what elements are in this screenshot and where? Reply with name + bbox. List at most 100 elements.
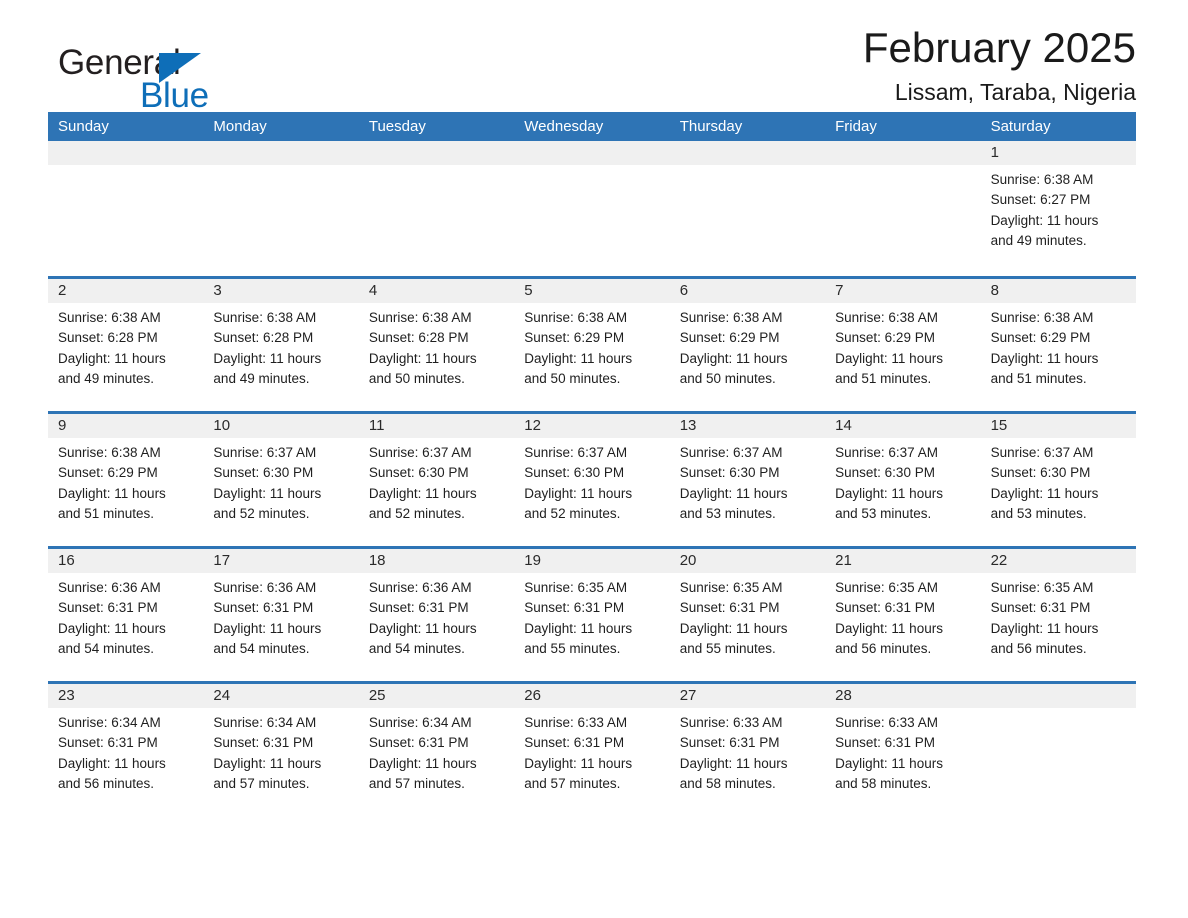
day-number: 1 — [990, 144, 999, 161]
daylight-text-line2: and 52 minutes. — [213, 505, 310, 521]
daylight-text-line2: and 58 minutes. — [835, 775, 932, 791]
day-number: 22 — [990, 552, 1008, 569]
day-number: 28 — [835, 687, 852, 704]
day-details: Sunrise: 6:35 AM Sunset: 6:31 PM Daylight:… — [981, 573, 1136, 659]
day-details: Sunrise: 6:37 AM Sunset: 6:30 PM Daylight:… — [514, 438, 669, 524]
weekday-header-thursday: Thursday — [679, 118, 743, 135]
location-subtitle: Lissam, Taraba, Nigeria — [894, 79, 1136, 105]
calendar-cell-day: 1 Sunrise: 6:38 AM Sunset: 6:27 PM Daylight… — [980, 141, 1136, 276]
week-row: 23 Sunrise: 6:34 AM Sunset: 6:31 PM Dayligh… — [48, 681, 1136, 816]
daylight-text-line1: Daylight: 11 hours — [679, 350, 788, 366]
weekday-header-tuesday: Tuesday — [368, 118, 426, 135]
day-number-band: 27 — [669, 684, 826, 708]
day-details: Sunrise: 6:37 AM Sunset: 6:30 PM Daylight:… — [981, 438, 1136, 524]
day-number-band: 19 — [514, 549, 670, 573]
daylight-text-line1: Daylight: 11 hours — [990, 485, 1099, 501]
daylight-text-line1: Daylight: 11 hours — [835, 350, 943, 366]
calendar-cell-day: 3 Sunrise: 6:38 AM Sunset: 6:28 PM Daylight… — [203, 276, 359, 411]
general-blue-logo: General Blue — [58, 44, 288, 122]
daylight-text-line1: Daylight: 11 hours — [990, 350, 1099, 366]
calendar-cell-day: 2 Sunrise: 6:38 AM Sunset: 6:28 PM Daylight… — [48, 276, 204, 411]
day-number: 17 — [213, 552, 231, 569]
sunset-text: Sunset: 6:28 PM — [368, 330, 469, 346]
daylight-text-line2: and 49 minutes. — [58, 370, 155, 386]
sunset-text: Sunset: 6:31 PM — [524, 600, 625, 616]
daylight-text-line2: and 57 minutes. — [368, 775, 465, 791]
sunset-text: Sunset: 6:31 PM — [679, 600, 780, 616]
week-row: 9 Sunrise: 6:38 AM Sunset: 6:29 PM Daylight… — [48, 411, 1136, 546]
sunset-text: Sunset: 6:31 PM — [58, 735, 158, 751]
daylight-text-line1: Daylight: 11 hours — [524, 485, 633, 501]
daylight-text-line1: Daylight: 11 hours — [58, 350, 166, 366]
day-number-band: 23 — [48, 684, 204, 708]
day-number-band: 24 — [203, 684, 359, 708]
day-number: 16 — [58, 552, 75, 569]
daylight-text-line1: Daylight: 11 hours — [524, 620, 633, 636]
sunset-text: Sunset: 6:31 PM — [58, 600, 158, 616]
day-number-band: 10 — [203, 414, 359, 438]
daylight-text-line2: and 51 minutes. — [990, 370, 1087, 386]
sunset-text: Sunset: 6:29 PM — [835, 330, 935, 346]
daylight-text-line2: and 57 minutes. — [213, 775, 310, 791]
daylight-text-line2: and 54 minutes. — [368, 640, 465, 656]
day-number: 20 — [679, 552, 697, 569]
day-details: Sunrise: 6:33 AM Sunset: 6:31 PM Daylight:… — [670, 708, 825, 794]
sunset-text: Sunset: 6:30 PM — [368, 465, 469, 481]
day-details: Sunrise: 6:35 AM Sunset: 6:31 PM Daylight:… — [670, 573, 825, 659]
sunset-text: Sunset: 6:31 PM — [835, 600, 935, 616]
sunset-text: Sunset: 6:31 PM — [213, 735, 314, 751]
calendar-cell-empty — [980, 681, 1136, 816]
calendar-cell-day: 5 Sunrise: 6:38 AM Sunset: 6:29 PM Daylight… — [514, 276, 670, 411]
calendar-grid: Sunday Monday Tuesday Wednesday Thursday Frid… — [48, 112, 1136, 816]
sunset-text: Sunset: 6:28 PM — [213, 330, 314, 346]
day-details: Sunrise: 6:34 AM Sunset: 6:31 PM Daylight:… — [203, 708, 358, 794]
day-details: Sunrise: 6:38 AM Sunset: 6:29 PM Daylight:… — [981, 303, 1136, 389]
day-number-band — [669, 141, 826, 165]
sunset-text: Sunset: 6:31 PM — [679, 735, 780, 751]
calendar-cell-day: 10 Sunrise: 6:37 AM Sunset: 6:30 PM Dayligh… — [203, 411, 359, 546]
day-number: 14 — [835, 417, 852, 434]
sunset-text: Sunset: 6:29 PM — [58, 465, 158, 481]
daylight-text-line2: and 56 minutes. — [835, 640, 932, 656]
sunset-text: Sunset: 6:30 PM — [213, 465, 314, 481]
daylight-text-line1: Daylight: 11 hours — [213, 485, 322, 501]
sunset-text: Sunset: 6:28 PM — [58, 330, 158, 346]
day-number-band: 8 — [980, 279, 1136, 303]
day-number: 5 — [524, 282, 533, 299]
day-number-band: 15 — [980, 414, 1136, 438]
sunrise-text: Sunrise: 6:36 AM — [368, 580, 472, 595]
week-row: 1 Sunrise: 6:38 AM Sunset: 6:27 PM Daylight… — [48, 141, 1136, 276]
sunset-text: Sunset: 6:30 PM — [990, 465, 1091, 481]
daylight-text-line1: Daylight: 11 hours — [58, 755, 166, 771]
sunset-text: Sunset: 6:31 PM — [835, 735, 935, 751]
daylight-text-line1: Daylight: 11 hours — [524, 350, 633, 366]
calendar-cell-day: 18 Sunrise: 6:36 AM Sunset: 6:31 PM Dayligh… — [358, 546, 515, 681]
calendar-cell-day: 28 Sunrise: 6:33 AM Sunset: 6:31 PM Dayligh… — [825, 681, 981, 816]
day-number-band: 12 — [514, 414, 670, 438]
weekday-header-friday: Friday — [835, 118, 877, 135]
calendar-cell-day: 20 Sunrise: 6:35 AM Sunset: 6:31 PM Dayligh… — [669, 546, 826, 681]
calendar-cell-empty — [358, 141, 515, 276]
day-details: Sunrise: 6:35 AM Sunset: 6:31 PM Daylight:… — [825, 573, 980, 659]
daylight-text-line1: Daylight: 11 hours — [835, 620, 943, 636]
daylight-text-line2: and 57 minutes. — [524, 775, 621, 791]
daylight-text-line2: and 52 minutes. — [368, 505, 465, 521]
daylight-text-line2: and 53 minutes. — [835, 505, 932, 521]
calendar-cell-day: 17 Sunrise: 6:36 AM Sunset: 6:31 PM Dayligh… — [203, 546, 359, 681]
daylight-text-line1: Daylight: 11 hours — [368, 620, 477, 636]
day-number: 21 — [835, 552, 852, 569]
day-number-band: 26 — [514, 684, 670, 708]
page-title: February 2025 — [862, 24, 1136, 71]
daylight-text-line1: Daylight: 11 hours — [990, 620, 1099, 636]
daylight-text-line1: Daylight: 11 hours — [368, 755, 477, 771]
calendar-cell-day: 13 Sunrise: 6:37 AM Sunset: 6:30 PM Dayligh… — [669, 411, 826, 546]
calendar-cell-empty — [203, 141, 359, 276]
page-header: General Blue February 2025 Lissam, Tarab… — [48, 0, 1140, 115]
sunrise-text: Sunrise: 6:37 AM — [679, 445, 783, 460]
day-number-band: 14 — [825, 414, 981, 438]
daylight-text-line1: Daylight: 11 hours — [213, 620, 322, 636]
daylight-text-line1: Daylight: 11 hours — [835, 485, 943, 501]
daylight-text-line2: and 49 minutes. — [990, 232, 1087, 248]
daylight-text-line1: Daylight: 11 hours — [213, 350, 322, 366]
daylight-text-line2: and 55 minutes. — [679, 640, 776, 656]
